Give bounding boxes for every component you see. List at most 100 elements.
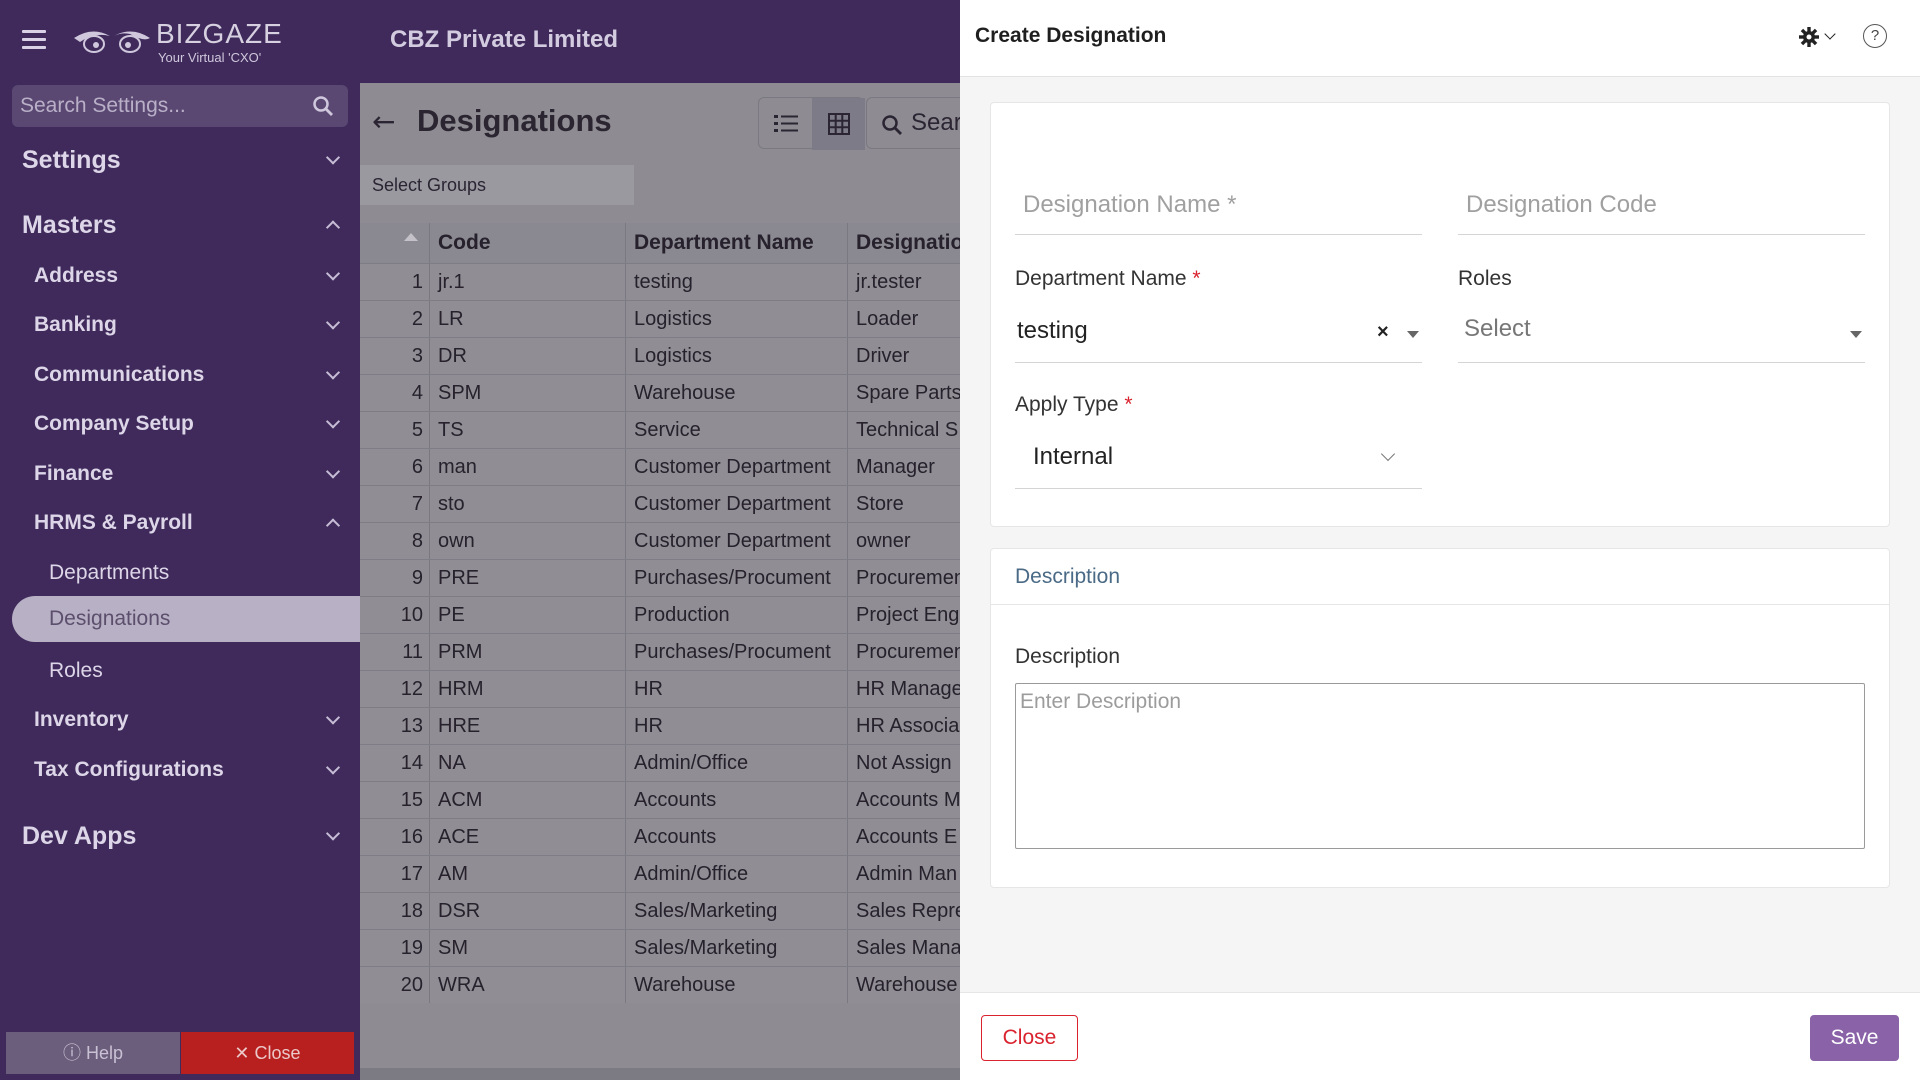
chevron-down-icon <box>325 826 341 841</box>
department-name-label-text: Department Name <box>1015 267 1187 290</box>
help-button[interactable]: ⓘ Help <box>6 1032 180 1074</box>
column-header-department[interactable]: Department Name <box>628 223 848 263</box>
sidebar-item-communications[interactable]: Communications <box>0 350 360 400</box>
sidebar-item-label: Communications <box>34 363 205 386</box>
sidebar-item-finance[interactable]: Finance <box>0 449 360 499</box>
hamburger-menu-icon[interactable] <box>22 30 46 52</box>
table-row[interactable]: 4 SPM Warehouse Spare Parts <box>360 374 960 411</box>
table-row[interactable]: 3 DR Logistics Driver <box>360 337 960 374</box>
table-row[interactable]: 11 PRM Purchases/Procument Procuremen <box>360 633 960 670</box>
cell-designation: HR Manage <box>856 677 960 700</box>
table-row[interactable]: 20 WRA Warehouse Warehouse <box>360 966 960 1003</box>
cell-department: Accounts <box>628 819 848 855</box>
row-number: 7 <box>360 486 430 522</box>
designation-name-placeholder: Designation Name * <box>1023 191 1237 218</box>
table-row[interactable]: 7 sto Customer Department Store <box>360 485 960 522</box>
row-number: 14 <box>360 745 430 781</box>
sidebar-dev-apps[interactable]: Dev Apps <box>0 808 360 864</box>
roles-label: Roles <box>1458 267 1512 290</box>
sidebar-item-inventory[interactable]: Inventory <box>0 695 360 745</box>
cell-code: sto <box>432 486 626 522</box>
description-section-title: Description <box>1015 565 1121 588</box>
department-name-select[interactable]: testing × <box>1015 303 1422 363</box>
table-row[interactable]: 9 PRE Purchases/Procument Procuremen <box>360 559 960 596</box>
table-row[interactable]: 13 HRE HR HR Associa <box>360 707 960 744</box>
sidebar-settings[interactable]: Settings <box>0 135 360 185</box>
horizontal-scrollbar[interactable] <box>360 1068 960 1080</box>
panel-title: Create Designation <box>975 24 1167 47</box>
apply-type-select[interactable]: Internal <box>1015 429 1422 489</box>
help-circle-icon[interactable]: ? <box>1863 24 1887 48</box>
list-search-text: Sear <box>911 109 962 136</box>
cell-code: HRE <box>432 708 626 744</box>
row-number: 15 <box>360 782 430 818</box>
designation-code-field[interactable]: Designation Code <box>1458 179 1865 235</box>
row-number: 11 <box>360 634 430 670</box>
grid-view-icon <box>828 113 850 135</box>
designation-name-field[interactable]: Designation Name * <box>1015 179 1422 235</box>
bizgaze-logo[interactable]: BIZGAZE Your Virtual 'CXO' <box>72 18 292 68</box>
settings-menu-button[interactable] <box>1798 24 1842 52</box>
sidebar-item-address[interactable]: Address <box>0 251 360 301</box>
sidebar-item-roles[interactable]: Roles <box>0 646 360 696</box>
table-row[interactable]: 10 PE Production Project Eng <box>360 596 960 633</box>
table-row[interactable]: 19 SM Sales/Marketing Sales Mana <box>360 929 960 966</box>
chevron-down-icon <box>325 414 341 429</box>
table-row[interactable]: 6 man Customer Department Manager <box>360 448 960 485</box>
sidebar-item-tax-configurations[interactable]: Tax Configurations <box>0 745 360 795</box>
clear-selection-icon[interactable]: × <box>1377 321 1389 344</box>
row-number: 13 <box>360 708 430 744</box>
table-row[interactable]: 2 LR Logistics Loader <box>360 300 960 337</box>
chevron-down-icon <box>325 365 341 380</box>
caret-down-icon <box>1407 331 1419 338</box>
chevron-down-icon <box>325 710 341 725</box>
search-icon[interactable] <box>312 95 334 117</box>
settings-search-input[interactable] <box>20 85 310 127</box>
cell-designation: Accounts M <box>856 788 960 811</box>
field-underline <box>1458 362 1865 363</box>
roles-select[interactable]: Select <box>1458 303 1865 363</box>
sidebar-item-company-setup[interactable]: Company Setup <box>0 399 360 449</box>
select-groups-dropdown[interactable]: Select Groups <box>360 165 634 205</box>
sidebar-masters[interactable]: Masters <box>0 200 360 250</box>
designation-details-card: Designation Name * Designation Code Depa… <box>990 102 1890 527</box>
sidebar-item-departments[interactable]: Departments <box>0 548 360 598</box>
row-number: 5 <box>360 412 430 448</box>
close-button[interactable]: Close <box>981 1015 1078 1061</box>
create-designation-panel: Create Designation ? Designation Name * … <box>960 0 1920 1080</box>
table-row[interactable]: 1 jr.1 testing jr.tester <box>360 263 960 300</box>
column-header-designation[interactable]: Designatio <box>850 223 960 263</box>
description-section-header[interactable]: Description <box>991 549 1889 605</box>
list-view-button[interactable] <box>759 98 812 150</box>
description-textarea[interactable] <box>1015 683 1865 849</box>
cell-designation: owner <box>856 529 911 552</box>
row-number: 9 <box>360 560 430 596</box>
table-row[interactable]: 8 own Customer Department owner <box>360 522 960 559</box>
cell-department: Purchases/Procument <box>628 560 848 596</box>
sidebar-item-label: Banking <box>34 313 117 336</box>
table-row[interactable]: 16 ACE Accounts Accounts E <box>360 818 960 855</box>
table-row[interactable]: 15 ACM Accounts Accounts M <box>360 781 960 818</box>
table-row[interactable]: 17 AM Admin/Office Admin Man <box>360 855 960 892</box>
sidebar-item-banking[interactable]: Banking <box>0 300 360 350</box>
top-bar: BIZGAZE Your Virtual 'CXO' CBZ Private L… <box>0 0 960 83</box>
column-header-code[interactable]: Code <box>432 223 626 263</box>
cell-department: Logistics <box>628 338 848 374</box>
cell-designation: Driver <box>856 344 910 367</box>
apply-type-label-text: Apply Type <box>1015 393 1119 416</box>
table-row[interactable]: 18 DSR Sales/Marketing Sales Repre <box>360 892 960 929</box>
view-toggle <box>758 97 865 150</box>
sidebar-item-designations[interactable]: Designations <box>12 596 360 642</box>
sidebar-close-button[interactable]: ✕ Close <box>181 1032 354 1074</box>
sidebar-item-hrms[interactable]: HRMS & Payroll <box>0 498 360 548</box>
table-row[interactable]: 12 HRM HR HR Manage <box>360 670 960 707</box>
save-button[interactable]: Save <box>1810 1015 1899 1061</box>
grid-view-button[interactable] <box>812 98 865 150</box>
row-number: 8 <box>360 523 430 559</box>
back-arrow-icon[interactable]: ← <box>372 105 395 138</box>
settings-search[interactable] <box>12 85 348 127</box>
sidebar-item-label: Tax Configurations <box>34 758 224 781</box>
table-row[interactable]: 5 TS Service Technical S <box>360 411 960 448</box>
table-row[interactable]: 14 NA Admin/Office Not Assign <box>360 744 960 781</box>
row-number-header[interactable] <box>360 223 430 263</box>
